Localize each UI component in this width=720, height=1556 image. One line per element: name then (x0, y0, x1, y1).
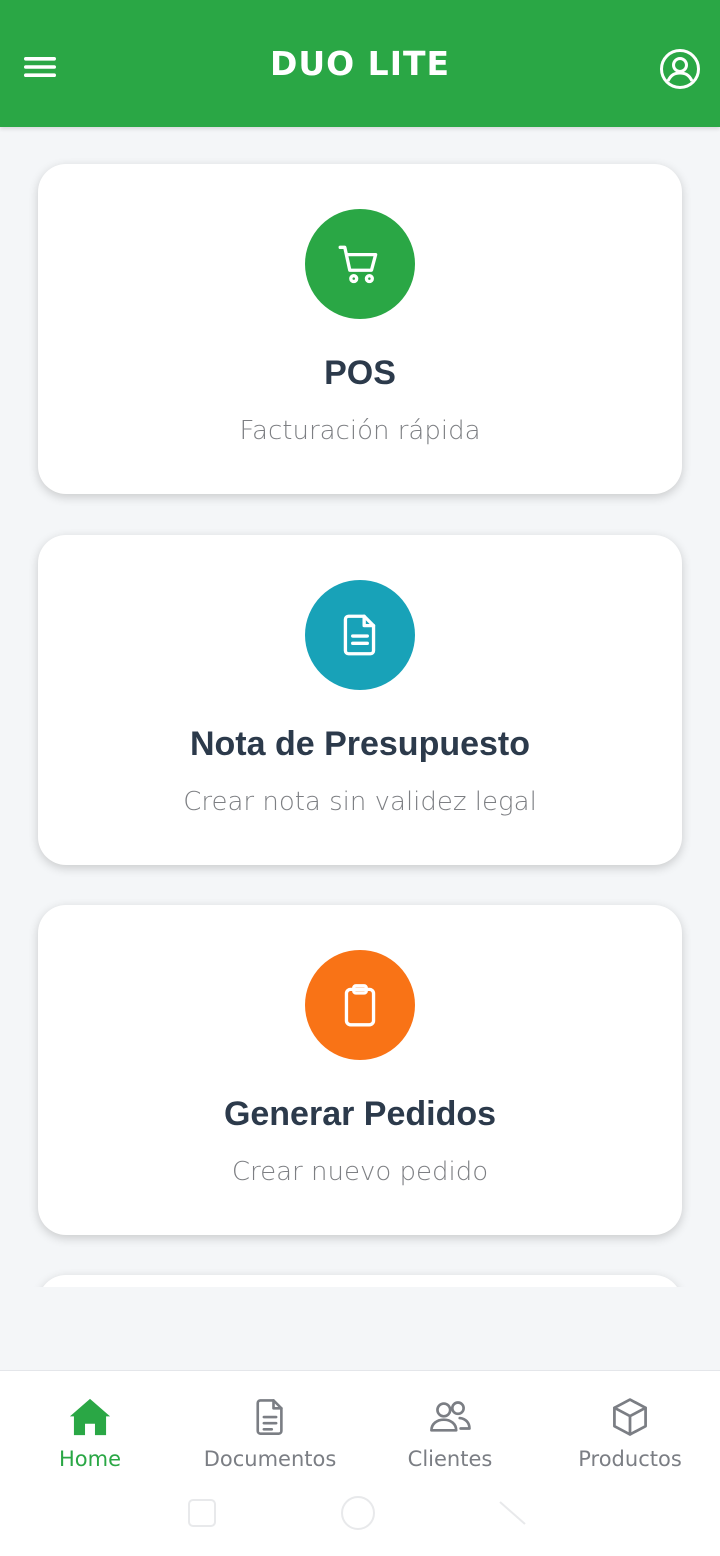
app-title: DUO LITE (269, 44, 451, 83)
document-icon (343, 614, 376, 656)
card-pedidos-subtitle: Crear nuevo pedido (231, 1157, 489, 1187)
card-partial[interactable] (38, 1275, 682, 1287)
card-pedidos-icon-circle (305, 950, 415, 1060)
card-nota-subtitle: Crear nota sin validez legal (183, 787, 537, 817)
card-nota-presupuesto[interactable]: Nota de Presupuesto Crear nota sin valid… (38, 535, 682, 865)
card-generar-pedidos[interactable]: Generar Pedidos Crear nuevo pedido (38, 905, 682, 1235)
shopping-cart-icon (338, 245, 378, 284)
app-bar: DUO LITE (0, 0, 720, 127)
card-pos[interactable]: POS Facturación rápida (38, 164, 682, 494)
card-nota-title: Nota de Presupuesto (189, 725, 531, 763)
nav-label-clientes: Clientes (407, 1447, 493, 1471)
app-screen: DUO LITE POS Facturación rápida Nota de … (0, 0, 720, 1556)
nav-item-productos[interactable]: Productos (540, 1393, 720, 1473)
card-pos-icon-circle (305, 209, 415, 319)
card-nota-icon-circle (305, 580, 415, 690)
profile-button[interactable] (656, 45, 704, 93)
system-nav-bar (0, 1486, 720, 1546)
card-pos-subtitle: Facturación rápida (239, 416, 481, 446)
back-triangle-icon (499, 1501, 526, 1525)
nav-label-productos: Productos (578, 1447, 682, 1471)
recent-apps-icon (188, 1499, 216, 1527)
clipboard-icon (344, 984, 376, 1027)
card-pos-title: POS (324, 354, 396, 392)
home-icon (69, 1398, 111, 1436)
box-icon (613, 1398, 647, 1436)
nav-item-documentos[interactable]: Documentos (180, 1393, 360, 1473)
nav-label-documentos: Documentos (203, 1447, 337, 1471)
nav-item-clientes[interactable]: Clientes (360, 1393, 540, 1473)
menu-card-list[interactable]: POS Facturación rápida Nota de Presupues… (0, 127, 720, 1287)
nav-item-home[interactable]: Home (0, 1393, 180, 1473)
user-profile-icon (660, 49, 700, 89)
nav-label-home: Home (58, 1447, 121, 1471)
card-pedidos-title: Generar Pedidos (223, 1095, 497, 1133)
home-circle-icon (341, 1496, 375, 1530)
users-icon (430, 1401, 471, 1432)
system-nav-bar-graphics (188, 1496, 526, 1530)
document-icon (256, 1399, 283, 1435)
